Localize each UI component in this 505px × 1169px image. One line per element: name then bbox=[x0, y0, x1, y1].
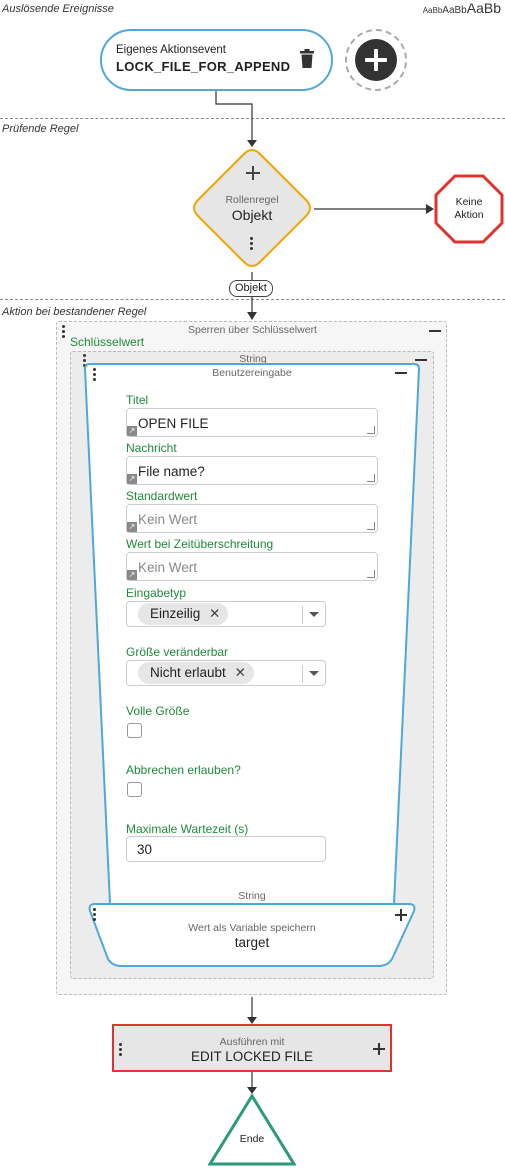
variable-icon[interactable]: ↗ bbox=[127, 522, 137, 532]
message-label: Nachricht bbox=[126, 441, 177, 455]
resizable-chip: Nicht erlaubt ✕ bbox=[138, 662, 254, 684]
plus-icon[interactable] bbox=[395, 909, 407, 921]
max-wait-label: Maximale Wartezeit (s) bbox=[126, 822, 249, 836]
max-wait-field[interactable]: 30 bbox=[126, 836, 326, 862]
separator bbox=[302, 665, 303, 683]
default-field[interactable]: Kein Wert ↗ bbox=[126, 504, 378, 533]
default-label: Standardwert bbox=[126, 489, 198, 503]
title-label: Titel bbox=[126, 393, 149, 407]
save-var-caption: Wert als Variable speichern bbox=[188, 922, 316, 934]
title-field[interactable]: OPEN FILE ↗ bbox=[126, 408, 378, 437]
timeout-value-field[interactable]: Kein Wert ↗ bbox=[126, 552, 378, 581]
cancel-checkbox[interactable] bbox=[127, 782, 142, 797]
max-wait-value: 30 bbox=[137, 842, 153, 857]
collapse-icon[interactable] bbox=[395, 372, 407, 374]
end-node[interactable]: Ende bbox=[208, 1094, 296, 1166]
variable-icon[interactable]: ↗ bbox=[127, 570, 137, 580]
variable-icon[interactable]: ↗ bbox=[127, 426, 137, 436]
separator bbox=[302, 606, 303, 624]
fullsize-label: Volle Größe bbox=[126, 704, 190, 718]
remove-icon[interactable]: ✕ bbox=[235, 665, 246, 680]
resize-handle[interactable] bbox=[367, 426, 375, 434]
message-value: File name? bbox=[138, 464, 205, 479]
resizable-label: Größe veränderbar bbox=[126, 645, 229, 659]
chevron-down-icon[interactable] bbox=[309, 671, 319, 676]
message-field[interactable]: File name? ↗ bbox=[126, 456, 378, 485]
triangle-shape bbox=[208, 1094, 296, 1166]
timeout-value-label: Wert bei Zeitüberschreitung bbox=[126, 537, 274, 551]
resize-handle[interactable] bbox=[367, 570, 375, 578]
execute-caption: Ausführen mit bbox=[219, 1036, 285, 1048]
default-placeholder: Kein Wert bbox=[138, 512, 198, 527]
title-value: OPEN FILE bbox=[138, 416, 209, 431]
remove-icon[interactable]: ✕ bbox=[209, 606, 220, 621]
chevron-down-icon[interactable] bbox=[309, 612, 319, 617]
execute-name: EDIT LOCKED FILE bbox=[190, 1049, 314, 1064]
input-type-value: Einzeilig bbox=[150, 606, 201, 621]
cancel-label: Abbrechen erlauben? bbox=[126, 763, 241, 777]
end-label: Ende bbox=[239, 1133, 265, 1145]
more-icon[interactable] bbox=[93, 908, 97, 923]
resize-handle[interactable] bbox=[367, 522, 375, 530]
input-type-select[interactable]: Einzeilig ✕ bbox=[126, 601, 326, 627]
user-input-shape bbox=[83, 363, 421, 967]
timeout-value-placeholder: Kein Wert bbox=[138, 560, 198, 575]
user-input-caption: Benutzereingabe bbox=[212, 367, 292, 379]
execute-node[interactable]: Ausführen mit EDIT LOCKED FILE bbox=[112, 1024, 392, 1072]
variable-icon[interactable]: ↗ bbox=[127, 474, 137, 484]
resizable-value: Nicht erlaubt bbox=[150, 665, 226, 680]
plus-icon[interactable] bbox=[373, 1043, 385, 1055]
resizable-select[interactable]: Nicht erlaubt ✕ bbox=[126, 660, 326, 686]
result-type-caption: String bbox=[238, 890, 266, 902]
input-type-label: Eingabetyp bbox=[126, 586, 187, 600]
resize-handle[interactable] bbox=[367, 474, 375, 482]
save-var-value[interactable]: target bbox=[85, 935, 419, 950]
fullsize-checkbox[interactable] bbox=[127, 723, 142, 738]
input-type-chip: Einzeilig ✕ bbox=[138, 603, 229, 625]
